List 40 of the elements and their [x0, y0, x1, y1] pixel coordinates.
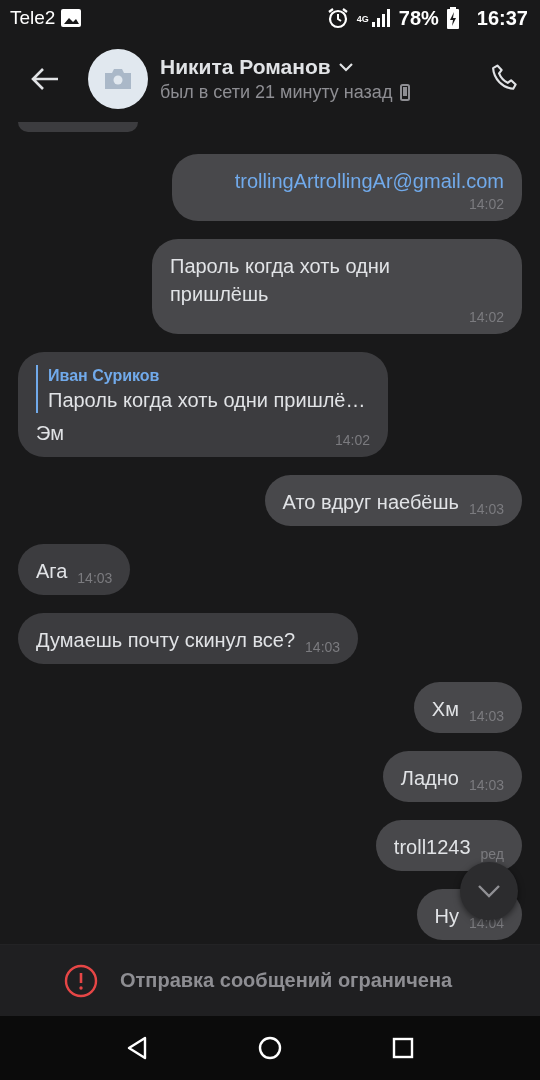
avatar[interactable]: [88, 49, 148, 109]
battery-percent: 78%: [398, 6, 439, 30]
back-nav-button[interactable]: [126, 1036, 148, 1060]
signal-icon: [370, 8, 391, 28]
chevron-down-icon[interactable]: [338, 62, 353, 72]
message-time: 14:03: [305, 638, 341, 656]
camera-icon: [103, 68, 133, 90]
message-text: Ато вдруг наебёшь: [282, 490, 459, 515]
warning-icon: [64, 963, 98, 998]
chevron-down-icon: [477, 884, 501, 898]
alarm-icon: [326, 7, 349, 29]
contact-name[interactable]: Никита Романов: [160, 55, 331, 79]
message-bubble[interactable]: Иван Суриков Пароль когда хоть одни пришлё… Эм 14:02: [18, 352, 388, 457]
battery-charging-icon: [446, 7, 459, 29]
network-type: 4G: [356, 14, 369, 24]
last-seen: был в сети 21 минуту назад: [160, 82, 393, 103]
arrow-left-icon: [30, 67, 60, 91]
recents-nav-button[interactable]: [392, 1037, 414, 1059]
carrier: Tele2: [10, 7, 56, 29]
message-text: Ладно: [400, 766, 459, 791]
message-text: Эм: [36, 421, 64, 446]
quoted-message[interactable]: Иван Суриков Пароль когда хоть одни пришлё…: [36, 365, 370, 413]
message-time: 14:03: [77, 569, 113, 587]
home-nav-button[interactable]: [258, 1036, 282, 1060]
image-icon: [61, 9, 82, 27]
message-text: Пароль когда хоть одни пришлёшь: [170, 254, 391, 307]
restriction-notice: Отправка сообщений ограничена: [120, 969, 453, 992]
quote-text: Пароль когда хоть одни пришлё…: [48, 388, 367, 413]
message-text: Хм: [431, 697, 459, 722]
message-bubble[interactable]: Думаешь почту скинул все? 14:03: [18, 613, 359, 664]
email-link[interactable]: trollingArtrollingAr@gmail.com: [189, 167, 504, 195]
message-text: troll1243: [393, 835, 471, 860]
message-time: 14:02: [334, 431, 370, 449]
message-text: Ну: [434, 904, 459, 929]
clock: 16:37: [476, 6, 528, 30]
phone-device-icon: [400, 84, 411, 101]
quote-author: Иван Суриков: [48, 366, 161, 386]
message-text: Думаешь почту скинул все?: [36, 628, 296, 653]
message-text: Ага: [36, 559, 68, 584]
message-bubble[interactable]: Ага 14:03: [18, 544, 131, 595]
